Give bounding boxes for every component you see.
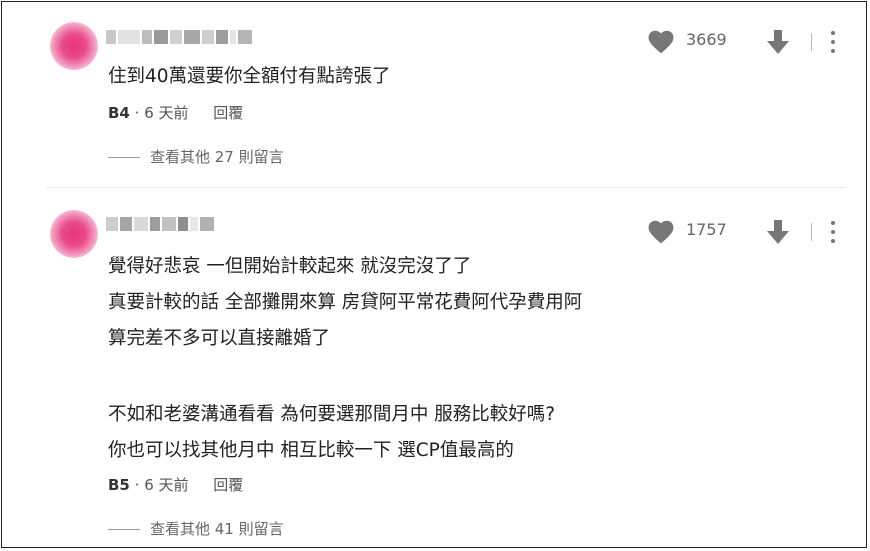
kebab-menu-icon[interactable]: [830, 221, 836, 243]
dash-line: [108, 157, 140, 158]
floor-label: B5: [108, 476, 130, 494]
comment-divider: [46, 187, 846, 188]
username-blurred[interactable]: [106, 217, 252, 231]
avatar[interactable]: [50, 210, 98, 258]
comment-meta: B5 · 6 天前 回覆: [108, 476, 244, 494]
timestamp: 6 天前: [144, 476, 189, 494]
view-more-replies[interactable]: 查看其他 41 則留言: [108, 518, 284, 539]
comment-actions: 1757: [636, 217, 866, 247]
comment-text-line: 你也可以找其他月中 相互比較一下 選CP值最高的: [108, 440, 514, 461]
like-count: 1757: [686, 220, 727, 239]
like-count: 3669: [686, 30, 727, 49]
divider: [811, 33, 812, 51]
dash-line: [108, 529, 140, 530]
floor-label: B4: [108, 104, 130, 122]
down-arrow-icon[interactable]: [766, 219, 790, 245]
comment-text-line: 算完差不多可以直接離婚了: [108, 328, 331, 349]
username-blurred[interactable]: [106, 30, 252, 44]
comment-item: 覺得好悲哀 一但開始計較起來 就沒完沒了了 真要計較的話 全部攤開來算 房貸阿平…: [2, 192, 866, 549]
view-more-label: 查看其他 27 則留言: [150, 148, 284, 166]
divider: [811, 223, 812, 241]
comment-actions: 3669: [636, 27, 866, 57]
down-arrow-icon[interactable]: [766, 29, 790, 55]
kebab-menu-icon[interactable]: [830, 31, 836, 53]
heart-icon[interactable]: [648, 30, 674, 54]
view-more-replies[interactable]: 查看其他 27 則留言: [108, 146, 284, 167]
timestamp: 6 天前: [144, 104, 189, 122]
comment-text: 住到40萬還要你全額付有點誇張了: [108, 66, 391, 87]
view-more-label: 查看其他 41 則留言: [150, 520, 284, 538]
comment-text-line: 不如和老婆溝通看看 為何要選那間月中 服務比較好嗎?: [108, 404, 556, 425]
avatar[interactable]: [50, 22, 98, 70]
comment-panel: 住到40萬還要你全額付有點誇張了 B4 · 6 天前 回覆 查看其他 27 則留…: [1, 1, 867, 548]
comment-meta: B4 · 6 天前 回覆: [108, 104, 244, 122]
comment-item: 住到40萬還要你全額付有點誇張了 B4 · 6 天前 回覆 查看其他 27 則留…: [2, 2, 866, 187]
heart-icon[interactable]: [648, 220, 674, 244]
reply-button[interactable]: 回覆: [213, 476, 243, 494]
comment-text-line: 真要計較的話 全部攤開來算 房貸阿平常花費阿代孕費用阿: [108, 292, 583, 313]
reply-button[interactable]: 回覆: [213, 104, 243, 122]
comment-text-line: 覺得好悲哀 一但開始計較起來 就沒完沒了了: [108, 256, 472, 277]
